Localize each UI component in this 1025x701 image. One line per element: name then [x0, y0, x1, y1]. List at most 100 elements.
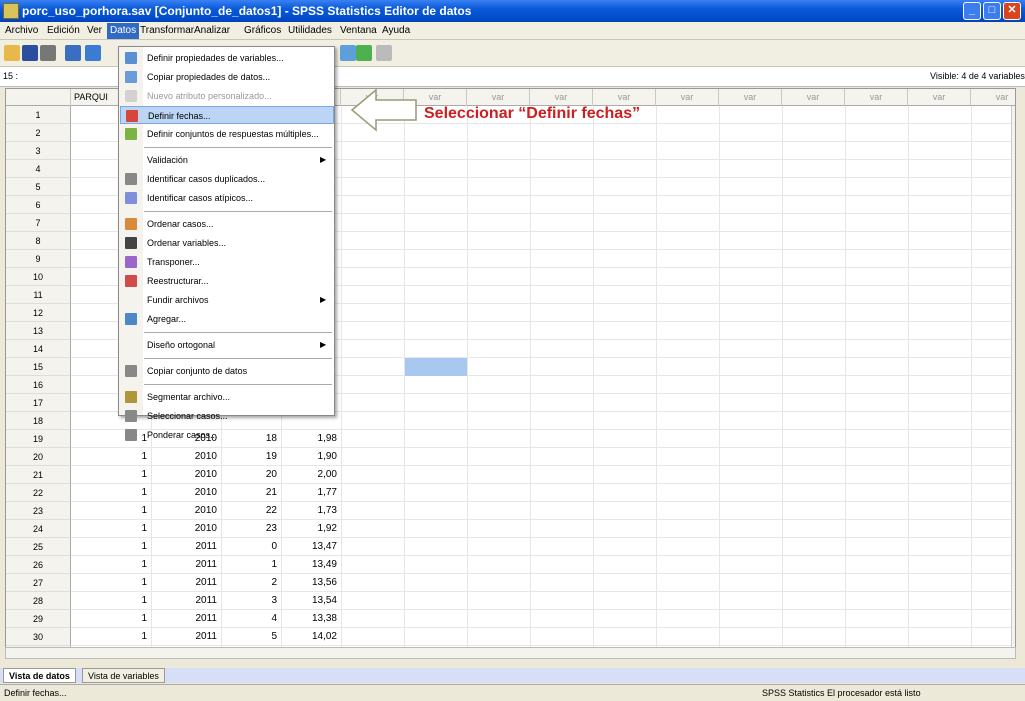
menu-item-submenu[interactable]: Validación ▶: [120, 151, 334, 169]
menu-datos[interactable]: Datos: [107, 23, 140, 39]
menu-item-multiple-response[interactable]: Definir conjuntos de respuestas múltiple…: [120, 125, 334, 143]
row-number-25[interactable]: 25: [6, 538, 71, 556]
menu-graficos[interactable]: Gráficos: [244, 25, 281, 36]
menu-ayuda[interactable]: Ayuda: [382, 25, 410, 36]
table-cell[interactable]: 1: [71, 502, 151, 520]
column-header-var[interactable]: var: [845, 89, 908, 106]
maximize-button[interactable]: □: [983, 2, 1001, 20]
row-number-17[interactable]: 17: [6, 394, 71, 412]
menu-ver[interactable]: Ver: [87, 25, 102, 36]
row-number-10[interactable]: 10: [6, 268, 71, 286]
row-number-23[interactable]: 23: [6, 502, 71, 520]
menu-item-split-file[interactable]: Segmentar archivo...: [120, 388, 334, 406]
row-number-19[interactable]: 19: [6, 430, 71, 448]
table-cell[interactable]: 1: [71, 628, 151, 646]
row-number-15[interactable]: 15: [6, 358, 71, 376]
table-cell[interactable]: 2011: [151, 556, 221, 574]
table-cell[interactable]: 1: [71, 466, 151, 484]
save-icon[interactable]: [22, 45, 38, 61]
menu-item-aggregate[interactable]: Agregar...: [120, 310, 334, 328]
table-cell[interactable]: 1: [71, 610, 151, 628]
menu-item-define-properties[interactable]: Definir propiedades de variables...: [120, 49, 334, 67]
undo-icon[interactable]: [85, 45, 101, 61]
menu-item-copy-dataset[interactable]: Copiar conjunto de datos: [120, 362, 334, 380]
column-header-var[interactable]: var: [593, 89, 656, 106]
horizontal-scrollbar[interactable]: [5, 647, 1016, 659]
menu-item-copy-properties[interactable]: Copiar propiedades de datos...: [120, 68, 334, 86]
row-number-29[interactable]: 29: [6, 610, 71, 628]
row-number-28[interactable]: 28: [6, 592, 71, 610]
table-cell[interactable]: 5: [221, 628, 281, 646]
table-cell[interactable]: 14,02: [281, 628, 341, 646]
column-header-var[interactable]: var: [656, 89, 719, 106]
menu-edicion[interactable]: Edición: [47, 25, 80, 36]
row-number-7[interactable]: 7: [6, 214, 71, 232]
menu-item-sort-variables[interactable]: Ordenar variables...: [120, 234, 334, 252]
selected-cell[interactable]: [404, 358, 467, 376]
table-cell[interactable]: 1,73: [281, 502, 341, 520]
column-header-var[interactable]: var: [530, 89, 593, 106]
table-cell[interactable]: 1,77: [281, 484, 341, 502]
row-number-4[interactable]: 4: [6, 160, 71, 178]
table-cell[interactable]: 20: [221, 466, 281, 484]
table-cell[interactable]: 2,00: [281, 466, 341, 484]
menu-utilidades[interactable]: Utilidades: [288, 25, 332, 36]
close-button[interactable]: ✕: [1003, 2, 1021, 20]
row-number-3[interactable]: 3: [6, 142, 71, 160]
column-header-var[interactable]: var: [719, 89, 782, 106]
menu-item-submenu[interactable]: Diseño ortogonal ▶: [120, 336, 334, 354]
menu-item-duplicates[interactable]: Identificar casos duplicados...: [120, 170, 334, 188]
row-number-13[interactable]: 13: [6, 322, 71, 340]
row-number-27[interactable]: 27: [6, 574, 71, 592]
tab-vista-de-datos[interactable]: Vista de datos: [3, 668, 76, 683]
row-number-2[interactable]: 2: [6, 124, 71, 142]
row-number-5[interactable]: 5: [6, 178, 71, 196]
table-cell[interactable]: 1: [71, 592, 151, 610]
table-cell[interactable]: 2011: [151, 628, 221, 646]
row-number-11[interactable]: 11: [6, 286, 71, 304]
table-cell[interactable]: 2010: [151, 502, 221, 520]
menu-ventana[interactable]: Ventana: [340, 25, 377, 36]
table-cell[interactable]: 1: [71, 484, 151, 502]
row-number-8[interactable]: 8: [6, 232, 71, 250]
table-cell[interactable]: 2011: [151, 610, 221, 628]
menu-item-restructure[interactable]: Reestructurar...: [120, 272, 334, 290]
row-number-6[interactable]: 6: [6, 196, 71, 214]
row-number-1[interactable]: 1: [6, 106, 71, 124]
menu-transformar[interactable]: Transformar: [140, 25, 194, 36]
row-number-9[interactable]: 9: [6, 250, 71, 268]
table-cell[interactable]: 1,92: [281, 520, 341, 538]
use-sets-icon[interactable]: [356, 45, 372, 61]
table-cell[interactable]: 2010: [151, 520, 221, 538]
row-number-18[interactable]: 18: [6, 412, 71, 430]
menu-item-transpose[interactable]: Transponer...: [120, 253, 334, 271]
column-header-var[interactable]: var: [908, 89, 971, 106]
table-cell[interactable]: 13,49: [281, 556, 341, 574]
row-number-12[interactable]: 12: [6, 304, 71, 322]
menu-archivo[interactable]: Archivo: [5, 25, 38, 36]
table-cell[interactable]: 23: [221, 520, 281, 538]
column-header-var[interactable]: var: [782, 89, 845, 106]
table-cell[interactable]: 2011: [151, 538, 221, 556]
table-cell[interactable]: 3: [221, 592, 281, 610]
table-cell[interactable]: 0: [221, 538, 281, 556]
vertical-scrollbar[interactable]: [1011, 106, 1015, 647]
menu-item-select-cases[interactable]: Seleccionar casos...: [120, 407, 334, 425]
row-number-30[interactable]: 30: [6, 628, 71, 646]
row-number-header[interactable]: [6, 89, 71, 106]
table-cell[interactable]: 13,54: [281, 592, 341, 610]
menu-item-sort-cases[interactable]: Ordenar casos...: [120, 215, 334, 233]
column-header-var[interactable]: var: [467, 89, 530, 106]
row-number-14[interactable]: 14: [6, 340, 71, 358]
table-cell[interactable]: 22: [221, 502, 281, 520]
table-cell[interactable]: 1,90: [281, 448, 341, 466]
table-cell[interactable]: 1: [71, 574, 151, 592]
print-icon[interactable]: [40, 45, 56, 61]
table-cell[interactable]: 2010: [151, 466, 221, 484]
row-number-20[interactable]: 20: [6, 448, 71, 466]
table-cell[interactable]: 1: [221, 556, 281, 574]
table-cell[interactable]: 2011: [151, 574, 221, 592]
row-number-26[interactable]: 26: [6, 556, 71, 574]
row-number-22[interactable]: 22: [6, 484, 71, 502]
row-number-24[interactable]: 24: [6, 520, 71, 538]
